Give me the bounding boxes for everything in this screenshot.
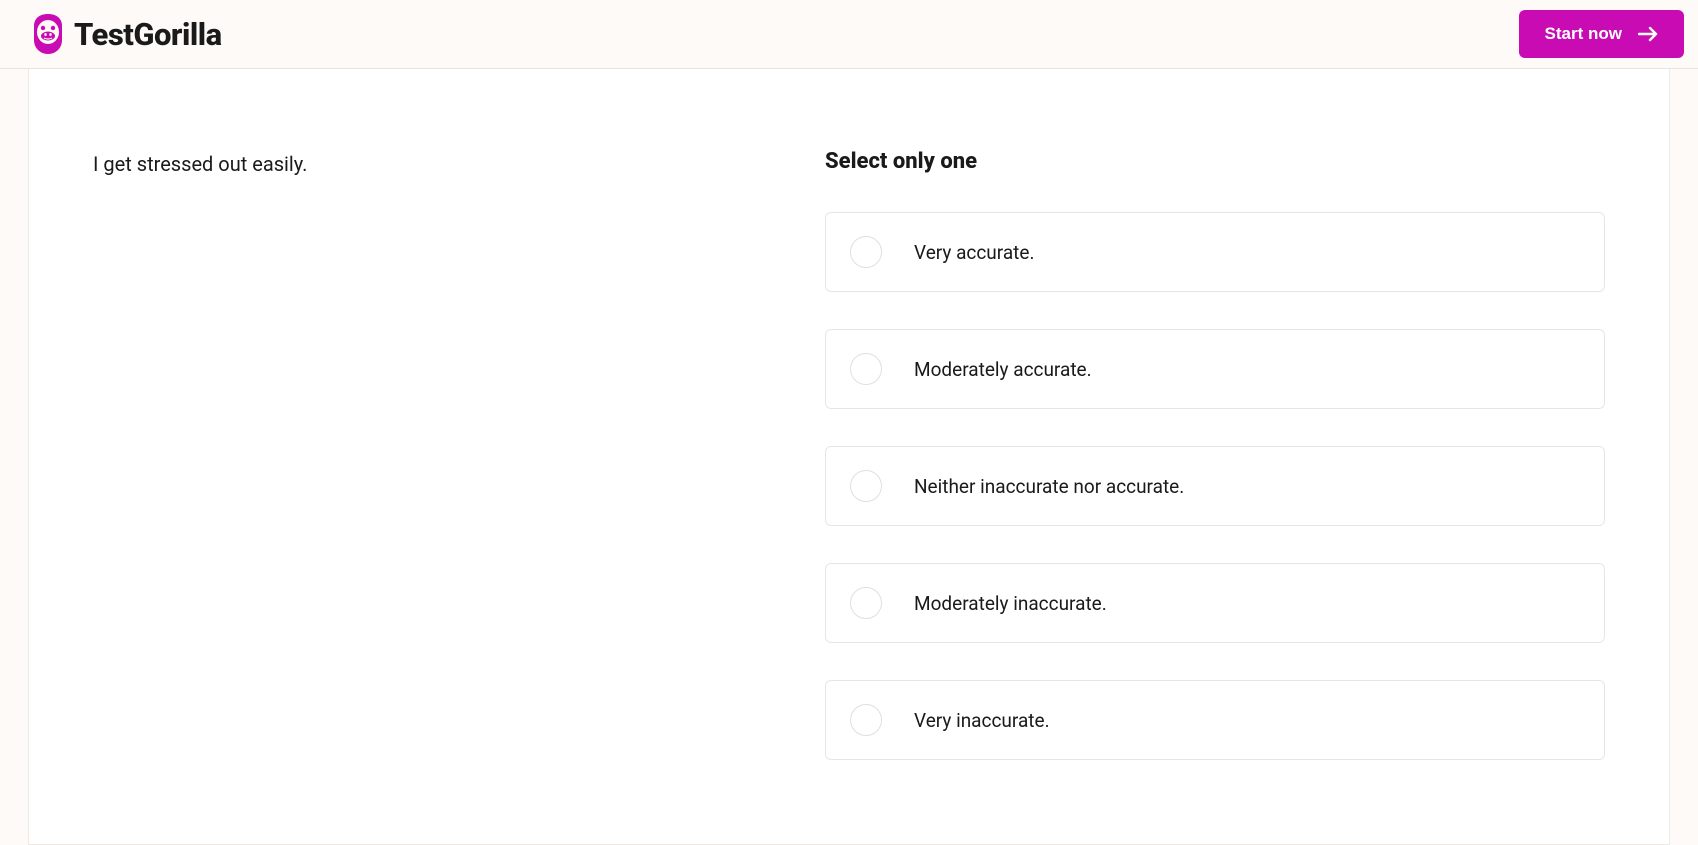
question-prompt-column: I get stressed out easily.: [93, 149, 825, 804]
radio-icon: [850, 236, 882, 268]
gorilla-icon: [30, 12, 66, 56]
answer-option-label: Neither inaccurate nor accurate.: [914, 475, 1184, 498]
answer-option-label: Very accurate.: [914, 241, 1034, 264]
brand-name: TestGorilla: [74, 16, 222, 53]
page-body: I get stressed out easily. Select only o…: [0, 69, 1698, 845]
answer-option-label: Moderately accurate.: [914, 358, 1092, 381]
question-card: I get stressed out easily. Select only o…: [28, 69, 1670, 845]
answer-option[interactable]: Moderately accurate.: [825, 329, 1605, 409]
radio-icon: [850, 353, 882, 385]
answer-option-label: Moderately inaccurate.: [914, 592, 1107, 615]
start-now-button[interactable]: Start now: [1519, 10, 1684, 58]
answer-option[interactable]: Very accurate.: [825, 212, 1605, 292]
start-now-label: Start now: [1545, 24, 1622, 44]
answer-instruction: Select only one: [825, 149, 1605, 174]
answer-column: Select only one Very accurate. Moderatel…: [825, 149, 1605, 804]
radio-icon: [850, 587, 882, 619]
answer-option-label: Very inaccurate.: [914, 709, 1050, 732]
answer-option[interactable]: Very inaccurate.: [825, 680, 1605, 760]
radio-icon: [850, 704, 882, 736]
site-header: TestGorilla Start now: [0, 0, 1698, 69]
brand-logo[interactable]: TestGorilla: [30, 12, 222, 56]
question-prompt: I get stressed out easily.: [93, 149, 825, 179]
answer-option[interactable]: Moderately inaccurate.: [825, 563, 1605, 643]
radio-icon: [850, 470, 882, 502]
arrow-right-icon: [1638, 26, 1658, 42]
answer-option[interactable]: Neither inaccurate nor accurate.: [825, 446, 1605, 526]
